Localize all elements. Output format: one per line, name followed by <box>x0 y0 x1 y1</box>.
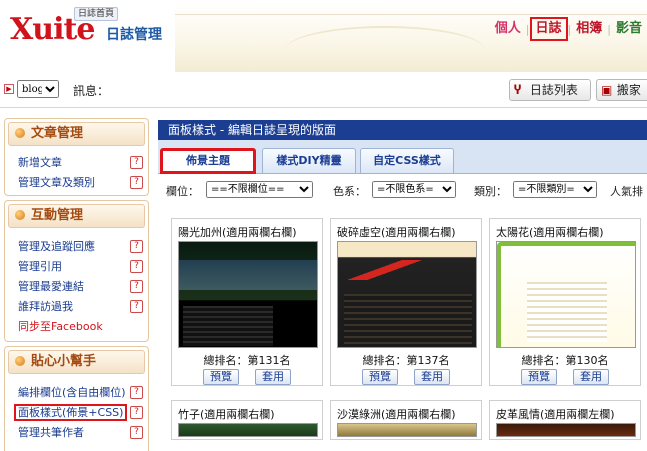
theme-thumbnail[interactable] <box>178 241 318 348</box>
category-filter-select[interactable]: =不限類別= <box>513 181 597 198</box>
theme-name: 破碎虛空(適用兩欄右欄) <box>337 226 456 239</box>
nav-blog[interactable]: 日誌 <box>529 17 568 41</box>
help-icon[interactable]: ? <box>130 406 143 419</box>
theme-card: 破碎虛空(適用兩欄右欄) 總排名：第137名 預覽 套用 <box>330 218 482 386</box>
help-icon[interactable]: ? <box>130 260 143 273</box>
nav-album[interactable]: 相簿 <box>571 20 607 38</box>
theme-name: 沙漠綠洲(適用兩欄右欄) <box>337 408 456 421</box>
sidebar-item-manage-comments[interactable]: 管理及追蹤回應? <box>5 237 148 257</box>
theme-rank: 總排名：第137名 <box>362 354 450 367</box>
tab-diy-wizard[interactable]: 樣式DIY精靈 <box>262 148 356 173</box>
xuite-logo[interactable]: Xuite 日誌首頁 日誌管理 <box>10 7 170 50</box>
app-title: 日誌管理 <box>106 27 162 43</box>
help-icon[interactable]: ? <box>130 300 143 313</box>
sidebar-item-panel-style[interactable]: 面板樣式(佈景+CSS)? <box>5 403 148 423</box>
theme-name: 皮革風情(適用兩欄左欄) <box>496 408 615 421</box>
theme-card: 太陽花(適用兩欄右欄) 總排名：第130名 預覽 套用 <box>489 218 641 386</box>
apply-button[interactable]: 套用 <box>255 369 291 385</box>
help-icon[interactable]: ? <box>130 156 143 169</box>
color-filter-label: 色系： <box>333 185 366 198</box>
preview-button[interactable]: 預覽 <box>203 369 239 385</box>
theme-name: 陽光加州(適用兩欄右欄) <box>178 226 297 239</box>
color-filter-select[interactable]: =不限色系= <box>372 181 456 198</box>
style-tabs: 佈景主題 樣式DIY精靈 自定CSS樣式 <box>158 140 647 174</box>
theme-thumbnail[interactable] <box>337 423 477 437</box>
apply-button[interactable]: 套用 <box>414 369 450 385</box>
blog-list-button[interactable]: Ⴤ 日誌列表 <box>509 79 591 101</box>
help-icon[interactable]: ? <box>130 280 143 293</box>
sub-bar: ▶ blog 訊息： Ⴤ 日誌列表 ▣ 搬家 <box>0 72 647 108</box>
theme-card: 陽光加州(適用兩欄右欄) 總排名：第131名 預覽 套用 <box>171 218 323 386</box>
panel-article-management: 文章管理 新增文章? 管理文章及類別? <box>4 118 149 196</box>
sidebar: 文章管理 新增文章? 管理文章及類別? 互動管理 管理及追蹤回應? 管理引用? … <box>0 108 152 451</box>
preview-button[interactable]: 預覽 <box>362 369 398 385</box>
sidebar-item-visitors[interactable]: 誰拜訪過我? <box>5 297 148 317</box>
sidebar-item-co-authors[interactable]: 管理共筆作者? <box>5 423 148 443</box>
help-icon[interactable]: ? <box>130 240 143 253</box>
truck-icon: ▣ <box>601 83 613 97</box>
tab-custom-css[interactable]: 自定CSS樣式 <box>360 148 454 173</box>
help-icon[interactable]: ? <box>130 176 143 189</box>
move-blog-button-label: 搬家 <box>616 83 641 97</box>
pin-icon: Ⴤ <box>514 83 522 97</box>
theme-card: 沙漠綠洲(適用兩欄右欄) <box>330 400 482 440</box>
theme-rank: 總排名：第131名 <box>203 354 291 367</box>
column-filter-label: 欄位： <box>166 185 199 198</box>
panel-title: 貼心小幫手 <box>8 350 145 374</box>
page-title: 面板樣式 - 編輯日誌呈現的版面 <box>158 120 647 140</box>
header: Xuite 日誌首頁 日誌管理 個人 | 日誌 | 相簿 | 影音 <box>0 0 647 72</box>
nav-video[interactable]: 影音 <box>611 20 647 38</box>
sidebar-item-new-article[interactable]: 新增文章? <box>5 153 148 173</box>
main-content: 面板樣式 - 編輯日誌呈現的版面 佈景主題 樣式DIY精靈 自定CSS樣式 欄位… <box>158 118 647 451</box>
blog-home-link[interactable]: 日誌首頁 <box>74 7 119 21</box>
panel-title: 文章管理 <box>8 122 145 146</box>
filter-bar: 欄位： ==不限欄位== 色系： =不限色系= 類別： =不限類別= 人氣排 <box>158 178 647 200</box>
preview-button[interactable]: 預覽 <box>521 369 557 385</box>
panel-interaction-management: 互動管理 管理及追蹤回應? 管理引用? 管理最愛連結? 誰拜訪過我? 同步至Fa… <box>4 200 149 342</box>
sidebar-item-manage-favorites[interactable]: 管理最愛連結? <box>5 277 148 297</box>
theme-card: 竹子(適用兩欄右欄) <box>171 400 323 440</box>
column-filter-select[interactable]: ==不限欄位== <box>206 181 313 198</box>
move-blog-button[interactable]: ▣ 搬家 <box>596 79 647 101</box>
arrow-right-icon[interactable]: ▶ <box>4 84 14 94</box>
theme-thumbnail[interactable] <box>496 423 636 437</box>
panel-title: 互動管理 <box>8 204 145 228</box>
sidebar-item-layout-columns[interactable]: 編排欄位(含自由欄位)? <box>5 383 148 403</box>
top-nav: 個人 | 日誌 | 相簿 | 影音 <box>490 17 647 41</box>
panel-helper: 貼心小幫手 編排欄位(含自由欄位)? 面板樣式(佈景+CSS)? 管理共筆作者? <box>4 346 149 451</box>
blog-select[interactable]: blog <box>17 80 59 98</box>
theme-thumbnail[interactable] <box>496 241 636 348</box>
popularity-sort-label: 人氣排 <box>610 185 643 198</box>
apply-button[interactable]: 套用 <box>573 369 609 385</box>
theme-rank: 總排名：第130名 <box>521 354 609 367</box>
nav-personal[interactable]: 個人 <box>490 20 526 38</box>
theme-name: 太陽花(適用兩欄右欄) <box>496 226 604 239</box>
blog-list-button-label: 日誌列表 <box>529 83 578 97</box>
sidebar-item-manage-trackbacks[interactable]: 管理引用? <box>5 257 148 277</box>
category-filter-label: 類別： <box>474 185 507 198</box>
message-label: 訊息： <box>73 84 110 98</box>
tab-theme[interactable]: 佈景主題 <box>160 148 256 174</box>
theme-thumbnail[interactable] <box>337 241 477 348</box>
sidebar-item-sync-facebook[interactable]: 同步至Facebook <box>5 317 148 337</box>
help-icon[interactable]: ? <box>130 386 143 399</box>
help-icon[interactable]: ? <box>130 426 143 439</box>
theme-card: 皮革風情(適用兩欄左欄) <box>489 400 641 440</box>
theme-thumbnail[interactable] <box>178 423 318 437</box>
sidebar-item-manage-articles[interactable]: 管理文章及類別? <box>5 173 148 193</box>
theme-name: 竹子(適用兩欄右欄) <box>178 408 275 421</box>
